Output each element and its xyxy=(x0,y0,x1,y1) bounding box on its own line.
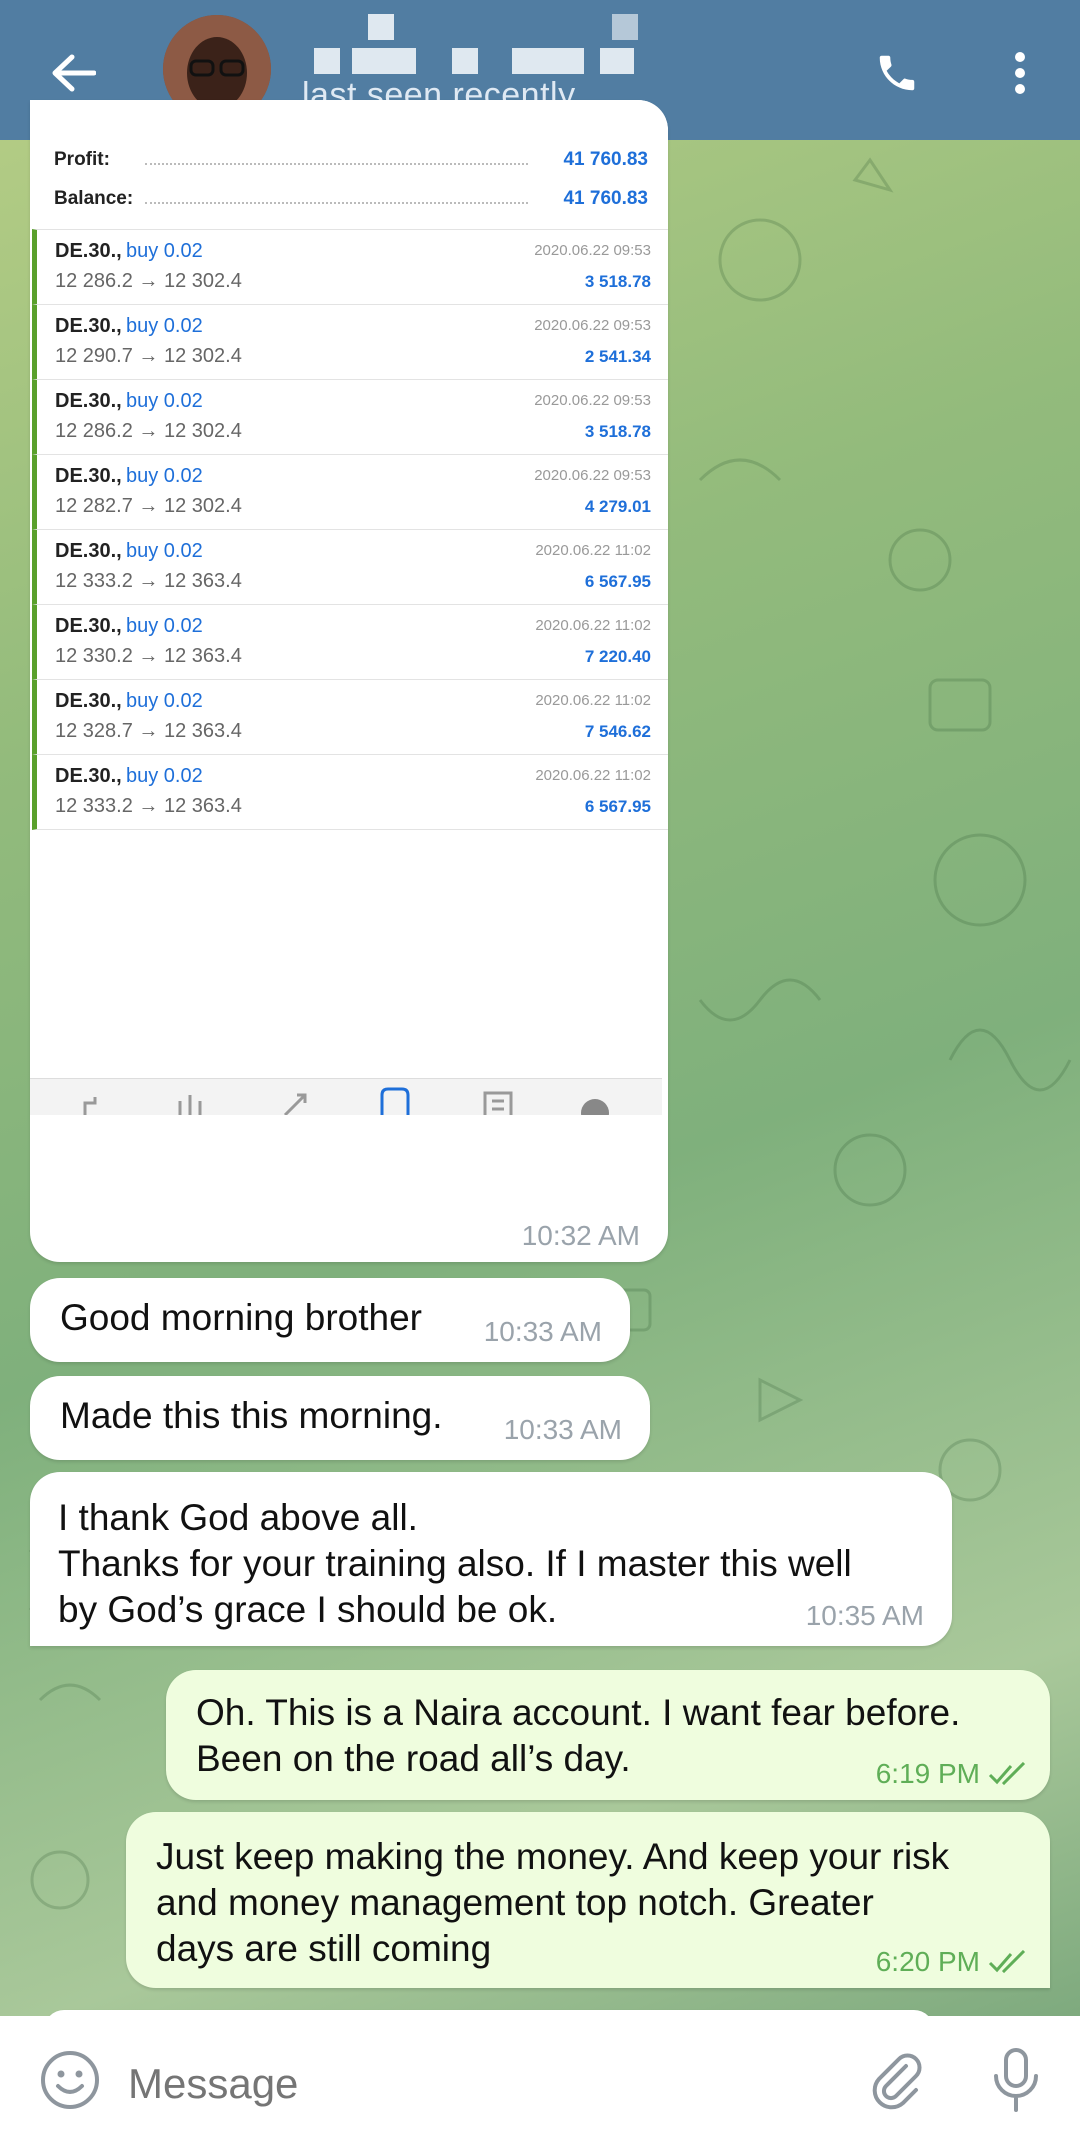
microphone-button[interactable] xyxy=(984,2046,1048,2114)
profit-label: Profit: xyxy=(54,149,110,170)
trade-prices: 12 286.2 → 12 302.4 xyxy=(55,420,242,442)
trade-row: DE.30., buy 0.02 12 330.2 → 12 363.4 202… xyxy=(32,604,668,679)
attach-button[interactable] xyxy=(866,2048,930,2112)
trade-row: DE.30., buy 0.02 12 333.2 → 12 363.4 202… xyxy=(32,754,668,830)
trade-profit: 7 546.62 xyxy=(584,722,651,741)
trade-row: DE.30., buy 0.02 12 333.2 → 12 363.4 202… xyxy=(32,529,668,604)
profit-value: 41 760.83 xyxy=(563,149,648,170)
message-time: 6:20 PM xyxy=(875,1946,980,1977)
message-composer xyxy=(0,2016,1080,2150)
paperclip-icon xyxy=(872,2053,922,2110)
trade-side: buy 0.02 xyxy=(126,390,203,412)
trade-symbol: DE.30., xyxy=(55,615,122,637)
trade-side: buy 0.02 xyxy=(126,540,203,562)
trade-date: 2020.06.22 09:53 xyxy=(534,242,651,259)
incoming-message[interactable]: Made this this morning. 10:33 AM xyxy=(30,1376,650,1460)
message-time: 6:19 PM xyxy=(875,1758,980,1789)
image-message-bubble[interactable]: Profit: 41 760.83 Balance: 41 760.83 DE.… xyxy=(30,100,668,1262)
message-text: Oh. This is a Naira account. I want fear… xyxy=(196,1692,961,1779)
trade-date: 2020.06.22 11:02 xyxy=(535,542,651,559)
balance-value: 41 760.83 xyxy=(563,188,648,209)
trade-prices: 12 333.2 → 12 363.4 xyxy=(55,795,242,817)
message-text: Just keep making the money. And keep you… xyxy=(156,1836,950,1969)
screenshot-toolbar xyxy=(30,1078,662,1127)
message-time: 10:35 AM xyxy=(805,1600,924,1631)
trade-side: buy 0.02 xyxy=(126,615,203,637)
trade-prices: 12 282.7 → 12 302.4 xyxy=(55,495,242,517)
trade-prices: 12 328.7 → 12 363.4 xyxy=(55,720,242,742)
trade-symbol: DE.30., xyxy=(55,390,122,412)
outgoing-message[interactable]: Oh. This is a Naira account. I want fear… xyxy=(166,1670,1050,1800)
trade-profit: 3 518.78 xyxy=(584,422,651,441)
trade-side: buy 0.02 xyxy=(126,315,203,337)
balance-label: Balance: xyxy=(54,188,134,209)
message-time: 10:33 AM xyxy=(483,1316,602,1347)
message-text: I thank God above all. Thanks for your t… xyxy=(58,1497,852,1630)
contact-name-redacted[interactable] xyxy=(312,14,662,74)
trade-symbol: DE.30., xyxy=(55,240,122,262)
double-check-icon xyxy=(988,1762,1026,1786)
emoji-button[interactable] xyxy=(38,2048,102,2112)
trade-prices: 12 330.2 → 12 363.4 xyxy=(55,645,242,667)
trade-profit: 4 279.01 xyxy=(584,497,651,516)
trade-side: buy 0.02 xyxy=(126,765,203,787)
trade-symbol: DE.30., xyxy=(55,690,122,712)
back-button[interactable] xyxy=(38,38,108,108)
outgoing-message[interactable]: Just keep making the money. And keep you… xyxy=(126,1812,1050,1988)
trade-row: DE.30., buy 0.02 12 328.7 → 12 363.4 202… xyxy=(32,679,668,754)
trade-profit: 7 220.40 xyxy=(584,647,651,666)
phone-icon xyxy=(879,55,915,91)
message-time: 10:33 AM xyxy=(503,1414,622,1445)
arrow-left-icon xyxy=(52,54,96,92)
trade-row: DE.30., buy 0.02 12 290.7 → 12 302.4 202… xyxy=(32,304,668,379)
trading-screenshot[interactable]: Profit: 41 760.83 Balance: 41 760.83 DE.… xyxy=(30,100,668,1160)
smile-icon xyxy=(41,2051,99,2109)
call-button[interactable] xyxy=(862,38,932,108)
trade-date: 2020.06.22 11:02 xyxy=(535,692,651,709)
incoming-message[interactable]: I thank God above all. Thanks for your t… xyxy=(30,1472,952,1646)
trade-profit: 2 541.34 xyxy=(584,347,651,366)
more-options-button[interactable] xyxy=(1000,38,1040,108)
trade-profit: 3 518.78 xyxy=(584,272,651,291)
trade-symbol: DE.30., xyxy=(55,315,122,337)
trade-symbol: DE.30., xyxy=(55,465,122,487)
trade-prices: 12 286.2 → 12 302.4 xyxy=(55,270,242,292)
double-check-icon xyxy=(988,1950,1026,1974)
trade-row: DE.30., buy 0.02 12 286.2 → 12 302.4 202… xyxy=(32,229,668,304)
trade-profit: 6 567.95 xyxy=(584,797,651,816)
incoming-message[interactable]: Good morning brother 10:33 AM xyxy=(30,1278,630,1362)
trade-date: 2020.06.22 11:02 xyxy=(535,617,651,634)
trade-symbol: DE.30., xyxy=(55,765,122,787)
message-text: Made this this morning. xyxy=(60,1395,443,1436)
trade-profit: 6 567.95 xyxy=(584,572,651,591)
trade-symbol: DE.30., xyxy=(55,540,122,562)
trade-side: buy 0.02 xyxy=(126,690,203,712)
toolbar-icons xyxy=(83,1087,609,1127)
trade-prices: 12 333.2 → 12 363.4 xyxy=(55,570,242,592)
trade-date: 2020.06.22 09:53 xyxy=(534,392,651,409)
balance-row: Balance: 41 760.83 xyxy=(30,180,668,218)
trade-date: 2020.06.22 09:53 xyxy=(534,317,651,334)
message-input[interactable] xyxy=(128,2056,828,2112)
microphone-icon xyxy=(994,2048,1038,2112)
message-text: Good morning brother xyxy=(60,1297,422,1338)
trade-date: 2020.06.22 11:02 xyxy=(535,767,651,784)
trade-side: buy 0.02 xyxy=(126,465,203,487)
trade-prices: 12 290.7 → 12 302.4 xyxy=(55,345,242,367)
more-vertical-icon xyxy=(1015,52,1025,94)
trade-date: 2020.06.22 09:53 xyxy=(534,467,651,484)
profit-row: Profit: 41 760.83 xyxy=(30,141,668,179)
trade-row: DE.30., buy 0.02 12 286.2 → 12 302.4 202… xyxy=(32,379,668,454)
trade-side: buy 0.02 xyxy=(126,240,203,262)
trade-row: DE.30., buy 0.02 12 282.7 → 12 302.4 202… xyxy=(32,454,668,529)
message-time: 10:32 AM xyxy=(521,1220,640,1251)
